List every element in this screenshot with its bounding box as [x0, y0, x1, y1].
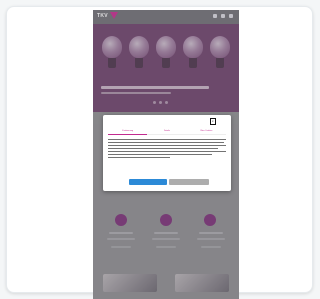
cookie-consent-dialog: c Zustimmung Details Über Cookies: [103, 115, 231, 191]
tab-consent[interactable]: Zustimmung: [108, 128, 148, 135]
allow-selection-button[interactable]: [169, 179, 209, 185]
consent-body: [108, 139, 226, 160]
accept-all-button[interactable]: [129, 179, 167, 185]
tab-about-cookies[interactable]: Über Cookies: [186, 128, 226, 135]
cookiebot-logo: c: [210, 118, 216, 125]
consent-tabs: Zustimmung Details Über Cookies: [108, 128, 226, 135]
tab-details[interactable]: Details: [147, 128, 187, 135]
